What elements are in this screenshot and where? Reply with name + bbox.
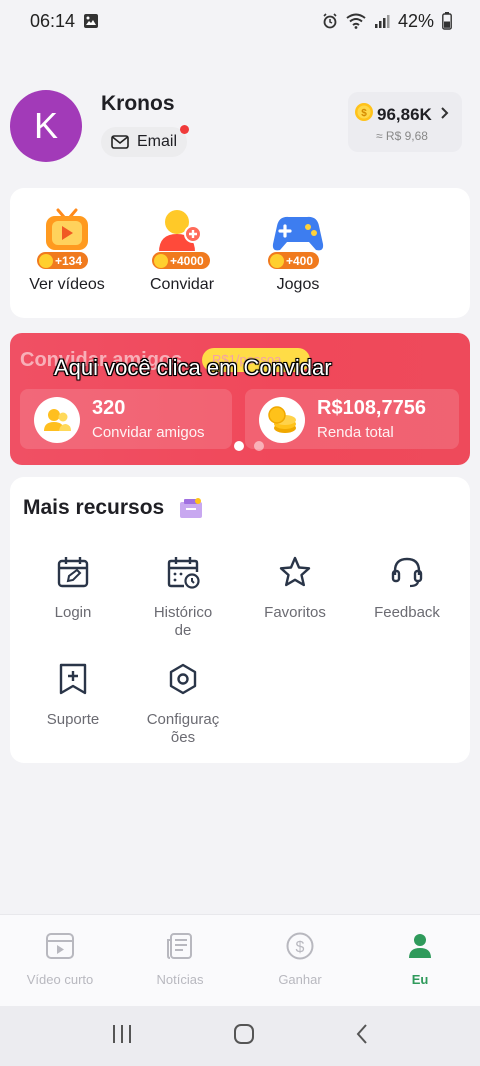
coin-value: ≈ R$ 9,68 [376,129,428,143]
resource-label: Suporte [46,711,100,728]
quick-actions-card: +134 Ver vídeos +4000 Convidar +400 Jogo… [10,188,470,318]
calendar-edit-icon [57,557,89,588]
hexagon-settings-icon [169,663,197,695]
nav-label: Vídeo curto [26,972,94,987]
feature-invite[interactable]: +4000 Convidar [127,204,237,294]
feature-badge: +134 [36,251,90,270]
recent-apps-icon[interactable] [110,1023,134,1050]
nav-label: Notícias [156,972,204,987]
profile-header: K Kronos Email $ 96,86K ≈ R$ 9,68 [10,90,470,170]
income-caption: Renda total [317,424,394,441]
battery-icon [442,12,452,30]
star-icon [279,556,311,587]
nav-label: Eu [411,972,429,987]
bookmark-plus-icon [59,663,87,695]
resource-login[interactable]: Login [18,555,128,622]
coin-balance[interactable]: $ 96,86K ≈ R$ 9,68 [348,92,462,152]
bottom-nav: Vídeo curto Notícias $ Ganhar Eu [0,914,480,1006]
avatar-letter: K [33,105,58,146]
status-bar: 06:14 42% [0,0,480,42]
mail-icon [111,135,129,149]
friends-caption: Convidar amigos [92,424,205,441]
status-time: 06:14 [30,10,76,31]
feature-label: Jogos [276,276,320,293]
back-icon[interactable] [354,1023,370,1050]
feature-badge: +4000 [151,251,211,270]
avatar[interactable]: K [10,90,82,162]
total-income-stat[interactable]: R$108,7756 Renda total [245,389,459,449]
username: Kronos [101,92,175,115]
battery-percent: 42% [397,10,434,31]
video-caption: Aqui você clica em Convidar [54,355,332,380]
toolbox-icon [180,498,203,518]
resource-label: Configuraç ões [146,711,220,746]
news-icon [167,933,192,959]
video-icon [46,933,74,959]
feature-label: Ver vídeos [29,276,105,293]
svg-text:$: $ [296,939,305,956]
feature-label: Convidar [149,276,215,293]
person-icon [409,934,431,958]
nav-me[interactable]: Eu [360,931,480,987]
resource-label: Login [54,604,92,621]
system-nav-bar [0,1006,480,1066]
svg-text:$: $ [361,108,367,119]
nav-earn[interactable]: $ Ganhar [240,931,360,987]
signal-icon [374,13,390,29]
feature-badge: +400 [267,251,321,270]
coin-icon: $ [354,102,374,127]
dollar-icon: $ [286,932,314,960]
invited-friends-stat[interactable]: 320 Convidar amigos [20,389,232,449]
resource-history[interactable]: Histórico de [128,555,238,640]
friends-count: 320 [92,397,126,419]
resource-feedback[interactable]: Feedback [352,555,462,622]
resource-support[interactable]: Suporte [18,662,128,729]
section-title: Mais recursos [23,496,204,520]
carousel-dot [254,441,264,451]
chevron-right-icon [440,106,450,125]
alarm-icon [322,13,338,29]
resource-favorites[interactable]: Favoritos [240,555,350,622]
email-label: Email [137,133,178,150]
resource-label: Favoritos [264,604,326,621]
email-button[interactable]: Email [101,125,189,157]
nav-label: Ganhar [278,972,322,987]
more-resources-card: Mais recursos Login Histórico de Favorit… [10,477,470,763]
carousel-dot-active [234,441,244,451]
coins-stack-icon [259,397,305,443]
nav-short-video[interactable]: Vídeo curto [0,931,120,987]
resource-settings[interactable]: Configuraç ões [128,662,238,747]
feature-games[interactable]: +400 Jogos [243,204,353,294]
feature-watch-videos[interactable]: +134 Ver vídeos [12,204,122,294]
headset-icon [391,557,423,588]
friends-icon [34,397,80,443]
notification-dot [180,125,189,134]
wifi-icon [346,13,366,29]
home-icon[interactable] [233,1023,255,1050]
calendar-clock-icon [167,557,200,589]
coin-amount: 96,86K [377,104,432,124]
resource-label: Histórico de [153,604,213,639]
gallery-icon [83,13,99,29]
invite-friends-banner[interactable]: Convidar amigos R$1/pessoa Aqui você cli… [10,333,470,465]
income-amount: R$108,7756 [317,397,426,419]
carousel-dots [234,441,264,451]
resource-label: Feedback [374,604,440,621]
nav-news[interactable]: Notícias [120,931,240,987]
